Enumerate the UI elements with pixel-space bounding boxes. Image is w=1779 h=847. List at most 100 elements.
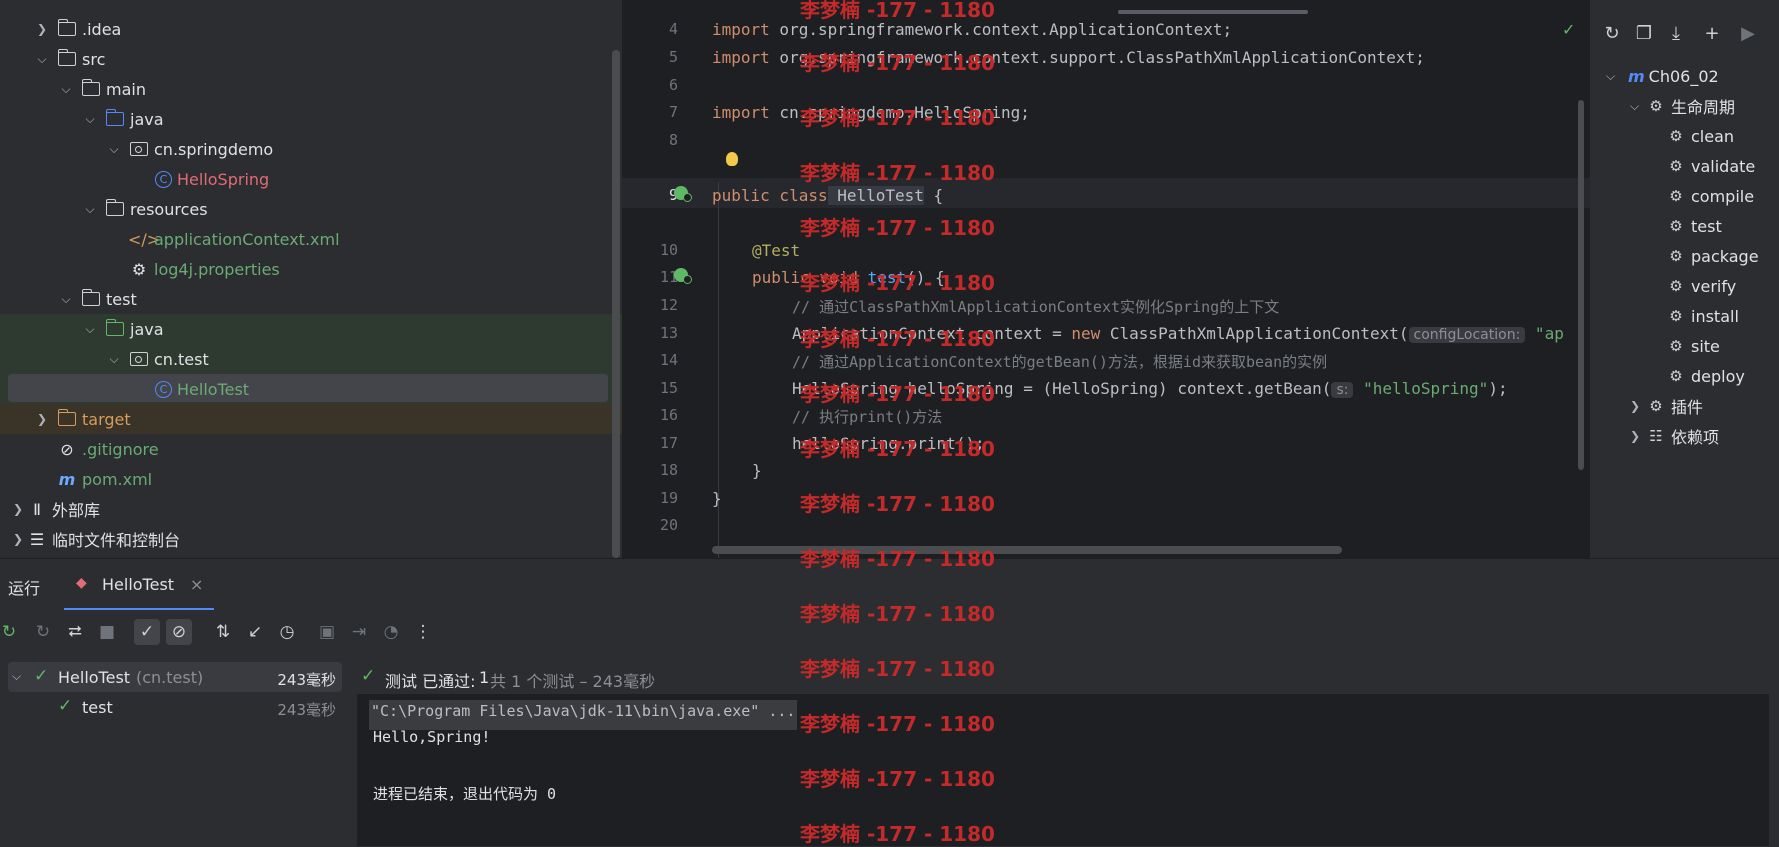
- plus-icon[interactable]: +: [1700, 22, 1724, 46]
- dependencies-folder-icon: ☷: [1649, 427, 1663, 445]
- maven-plugins-node[interactable]: ❯ ⚙ 插件: [1630, 391, 1703, 421]
- test-row-test[interactable]: ✓ test 243毫秒: [8, 692, 342, 722]
- no-problems-check-icon[interactable]: ✓: [1562, 20, 1575, 39]
- more-options-icon[interactable]: ⋮: [410, 619, 436, 645]
- chevron-right-icon[interactable]: ❯: [10, 502, 26, 516]
- tree-item-pom-xml[interactable]: m pom.xml: [0, 464, 622, 494]
- rerun-icon[interactable]: ↻: [0, 619, 22, 645]
- tree-item-log4j-properties[interactable]: ⚙ log4j.properties: [0, 254, 622, 284]
- maven-goal-package[interactable]: ⚙ package: [1666, 241, 1758, 271]
- console-output[interactable]: "C:\Program Files\Java\jdk-11\bin\java.e…: [357, 694, 1769, 846]
- tree-item-src[interactable]: ⌵ src: [0, 44, 622, 74]
- coverage-icon[interactable]: ◔: [378, 619, 404, 645]
- maven-lifecycle-node[interactable]: ⌵ ⚙ 生命周期: [1630, 91, 1735, 121]
- maven-goal-clean[interactable]: ⚙ clean: [1666, 121, 1734, 151]
- package-icon: [130, 352, 148, 366]
- tab-hellotest[interactable]: ◆ HelloTest ×: [64, 559, 214, 611]
- code-line-13: ApplicationContext context = new ClassPa…: [792, 324, 1564, 343]
- chevron-down-icon[interactable]: ⌵: [106, 352, 122, 367]
- maven-project-label: Ch06_02: [1648, 66, 1719, 86]
- tree-item-gitignore[interactable]: ⊘ .gitignore: [0, 434, 622, 464]
- chevron-down-icon[interactable]: ⌵: [1606, 69, 1622, 84]
- test-package: (cn.test): [136, 668, 204, 687]
- tree-item-test-java[interactable]: ⌵ java: [0, 314, 622, 344]
- line-number: 9: [622, 186, 678, 204]
- chevron-down-icon[interactable]: ⌵: [58, 82, 74, 97]
- editor-vertical-scrollbar[interactable]: [1578, 100, 1584, 470]
- tree-item-idea[interactable]: ❯ .idea: [0, 14, 622, 44]
- tree-item-test[interactable]: ⌵ test: [0, 284, 622, 314]
- maven-goal-validate[interactable]: ⚙ validate: [1666, 151, 1755, 181]
- download-icon[interactable]: ⤓: [1664, 22, 1688, 46]
- tree-item-external-libraries[interactable]: ❯ Ⅱ 外部库: [0, 494, 622, 524]
- run-icon[interactable]: ▶: [1736, 22, 1760, 46]
- maven-goal-verify[interactable]: ⚙ verify: [1666, 271, 1736, 301]
- tree-item-resources[interactable]: ⌵ resources: [0, 194, 622, 224]
- test-row-hellotest[interactable]: ⌵ ✓ HelloTest (cn.test) 243毫秒: [8, 662, 342, 692]
- chevron-down-icon[interactable]: ⌵: [58, 292, 74, 307]
- chevron-down-icon[interactable]: ⌵: [106, 142, 122, 157]
- rerun-failed-icon[interactable]: ↻: [30, 619, 56, 645]
- sort-icon[interactable]: ⇅: [210, 619, 236, 645]
- parameter-hint: configLocation:: [1408, 327, 1526, 343]
- code-line-5: import org.springframework.context.suppo…: [712, 48, 1425, 67]
- show-ignored-icon[interactable]: ⊘: [166, 619, 192, 645]
- close-icon[interactable]: ×: [190, 575, 203, 594]
- chevron-down-icon[interactable]: ⌵: [34, 52, 50, 67]
- maven-goal-install[interactable]: ⚙ install: [1666, 301, 1739, 331]
- library-icon: Ⅱ: [33, 499, 41, 519]
- show-passed-check-icon[interactable]: ✓: [134, 619, 160, 645]
- editor-horizontal-scrollbar[interactable]: [712, 546, 1342, 554]
- tree-item-label: java: [130, 319, 164, 339]
- bulb-icon[interactable]: [726, 152, 738, 166]
- tree-item-hellotest[interactable]: C HelloTest: [0, 374, 622, 404]
- run-test-class-icon[interactable]: [674, 186, 692, 202]
- tree-item-hellospring[interactable]: C HelloSpring: [0, 164, 622, 194]
- test-passed-check-icon: ✓: [34, 666, 49, 686]
- console-command-line[interactable]: "C:\Program Files\Java\jdk-11\bin\java.e…: [369, 700, 798, 730]
- maven-project-ch06-02[interactable]: ⌵ m Ch06_02: [1606, 61, 1719, 91]
- chevron-down-icon[interactable]: ⌵: [82, 112, 98, 127]
- tree-item-target[interactable]: ❯ target: [0, 404, 622, 434]
- chevron-down-icon[interactable]: ⌵: [82, 202, 98, 217]
- maven-goal-deploy[interactable]: ⚙ deploy: [1666, 361, 1745, 391]
- import-icon[interactable]: ⇥: [346, 619, 372, 645]
- project-scrollbar[interactable]: [612, 50, 620, 558]
- chevron-down-icon[interactable]: ⌵: [12, 669, 21, 684]
- stop-icon[interactable]: ■: [94, 619, 120, 645]
- tree-item-cn-springdemo[interactable]: ⌵ cn.springdemo: [0, 134, 622, 164]
- collapse-icon[interactable]: ↙: [242, 619, 268, 645]
- maven-goal-label: test: [1691, 216, 1722, 236]
- history-icon[interactable]: ◷: [274, 619, 300, 645]
- gear-icon: ⚙: [1669, 277, 1683, 295]
- run-tool-window-title: 运行: [8, 579, 41, 598]
- tree-item-main[interactable]: ⌵ main: [0, 74, 622, 104]
- code-editor[interactable]: 4 5 6 7 8 9 10 11 12 13 14 15 16 17 18 1…: [622, 0, 1590, 558]
- test-passed-check-icon: ✓: [361, 666, 376, 686]
- chevron-right-icon[interactable]: ❯: [1630, 399, 1646, 413]
- tree-item-scratches[interactable]: ❯ ☰ 临时文件和控制台: [0, 524, 622, 554]
- maven-goal-site[interactable]: ⚙ site: [1666, 331, 1720, 361]
- tree-item-cn-test[interactable]: ⌵ cn.test: [0, 344, 622, 374]
- maven-goal-test[interactable]: ⚙ test: [1666, 211, 1722, 241]
- line-number: 8: [668, 131, 678, 149]
- chevron-right-icon[interactable]: ❯: [10, 532, 26, 546]
- add-folder-icon[interactable]: ❐: [1632, 22, 1656, 46]
- tree-item-main-java[interactable]: ⌵ java: [0, 104, 622, 134]
- camera-icon[interactable]: ▣: [314, 619, 340, 645]
- refresh-icon[interactable]: ↻: [1600, 22, 1624, 46]
- line-number: 12: [659, 296, 678, 314]
- editor-horizontal-scroll-top[interactable]: [1118, 10, 1308, 14]
- run-test-method-icon[interactable]: [674, 268, 692, 284]
- maven-goal-compile[interactable]: ⚙ compile: [1666, 181, 1754, 211]
- chevron-down-icon[interactable]: ⌵: [82, 322, 98, 337]
- maven-goal-label: site: [1691, 336, 1720, 356]
- test-status-detail: 共 1 个测试 – 243毫秒: [490, 672, 656, 691]
- chevron-right-icon[interactable]: ❯: [34, 412, 50, 426]
- chevron-right-icon[interactable]: ❯: [34, 22, 50, 36]
- toggle-auto-test-icon[interactable]: ⮂: [62, 619, 88, 645]
- chevron-right-icon[interactable]: ❯: [1630, 429, 1646, 443]
- maven-dependencies-node[interactable]: ❯ ☷ 依赖项: [1630, 421, 1719, 451]
- tree-item-applicationcontext-xml[interactable]: </> applicationContext.xml: [0, 224, 622, 254]
- chevron-down-icon[interactable]: ⌵: [1630, 99, 1646, 114]
